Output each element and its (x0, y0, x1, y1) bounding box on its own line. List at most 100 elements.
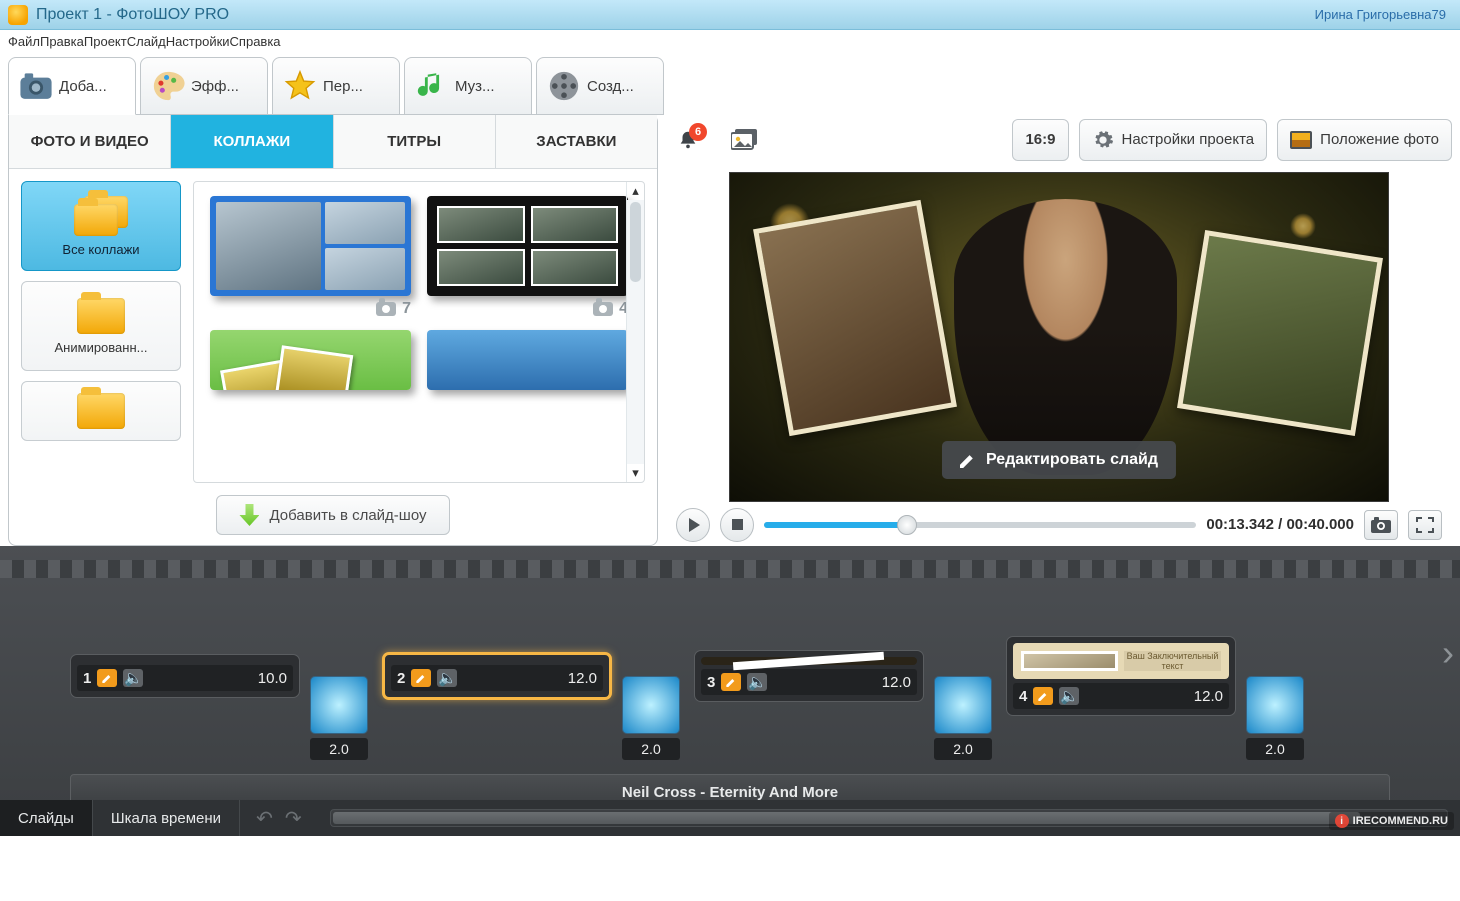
transition-thumb (934, 676, 992, 734)
menu-help[interactable]: Справка (230, 34, 281, 49)
preview-area: Редактировать слайд (666, 172, 1452, 502)
main-tab-music[interactable]: Муз... (404, 57, 532, 115)
time-total: 00:40.000 (1286, 516, 1354, 533)
collage-thumb-2[interactable]: 4 (427, 196, 628, 318)
folder-icon (77, 393, 125, 429)
slide-duration: 12.0 (568, 670, 597, 687)
camera-count-icon (593, 302, 613, 316)
slide-sound-button[interactable]: 🔈 (123, 669, 143, 687)
right-panel: 6 16:9 Настройки проекта Положение фото (666, 114, 1452, 546)
main-tab-effects-label: Эфф... (191, 78, 239, 95)
menu-edit[interactable]: Правка (40, 34, 84, 49)
scroll-up-icon[interactable]: ▴ (627, 182, 644, 200)
timeline-scrollbar[interactable] (318, 800, 1460, 836)
notifications-button[interactable]: 6 (666, 119, 710, 161)
menu-settings[interactable]: Настройки (166, 34, 230, 49)
slide-bar: 1 🔈 10.0 (77, 665, 293, 691)
preview-subject (954, 199, 1178, 475)
scrollbar-thumb[interactable] (333, 812, 1360, 824)
star-icon (283, 69, 317, 103)
collage-thumb-3[interactable] (210, 330, 411, 390)
slide-number: 4 (1019, 688, 1027, 705)
timeline: 1 🔈 10.0 2.0 2 🔈 12.0 (0, 546, 1460, 836)
preview-toolbar: 6 16:9 Настройки проекта Положение фото (666, 114, 1452, 166)
photo-position-label: Положение фото (1320, 131, 1439, 148)
collage-thumb-4[interactable] (427, 330, 628, 390)
category-more[interactable] (21, 381, 181, 441)
stop-button[interactable] (720, 508, 754, 542)
project-settings-label: Настройки проекта (1122, 131, 1255, 148)
category-animated[interactable]: Анимированн... (21, 281, 181, 371)
collage-meta: 7 (210, 300, 411, 318)
slide-4[interactable]: Ваш Заключительный текст 4 🔈 12.0 (1006, 636, 1236, 716)
category-all-label: Все коллажи (62, 242, 139, 257)
sub-tab-photovideo[interactable]: ФОТО И ВИДЕО (9, 115, 171, 169)
seek-slider[interactable] (764, 522, 1196, 528)
transition-duration: 2.0 (310, 738, 368, 760)
project-settings-button[interactable]: Настройки проекта (1079, 119, 1268, 161)
thumbnail-scrollbar[interactable]: ▴ ▾ (626, 182, 644, 482)
aspect-ratio-button[interactable]: 16:9 (1012, 119, 1068, 161)
time-current: 00:13.342 (1206, 516, 1274, 533)
slide-thumb (701, 657, 917, 665)
seek-knob[interactable] (897, 515, 917, 535)
view-tab-timeline[interactable]: Шкала времени (93, 800, 240, 836)
timeline-next-button[interactable]: › (1438, 623, 1458, 683)
main-tab-transitions-label: Пер... (323, 78, 363, 95)
transition-2[interactable]: 2.0 (622, 676, 680, 760)
redo-button[interactable]: ↷ (285, 806, 302, 831)
slide-1[interactable]: 1 🔈 10.0 (70, 654, 300, 698)
view-tab-slides[interactable]: Слайды (0, 800, 93, 836)
slide-2[interactable]: 2 🔈 12.0 (382, 652, 612, 700)
transition-3[interactable]: 2.0 (934, 676, 992, 760)
menubar: Файл Правка Проект Слайд Настройки Справ… (0, 30, 1460, 52)
transition-4[interactable]: 2.0 (1246, 676, 1304, 760)
menu-slide[interactable]: Слайд (127, 34, 166, 49)
scrollbar-thumb[interactable] (630, 202, 641, 282)
main-tab-transitions[interactable]: Пер... (272, 57, 400, 115)
slide-sound-button[interactable]: 🔈 (1059, 687, 1079, 705)
edit-slide-button[interactable]: Редактировать слайд (942, 441, 1176, 479)
transition-1[interactable]: 2.0 (310, 676, 368, 760)
scroll-down-icon[interactable]: ▾ (627, 464, 644, 482)
add-to-slideshow-label: Добавить в слайд-шоу (269, 507, 426, 524)
slide-sound-button[interactable]: 🔈 (747, 673, 767, 691)
sub-tab-collages[interactable]: КОЛЛАЖИ (171, 115, 333, 169)
main-tab-add[interactable]: Доба... (8, 57, 136, 115)
main-tab-effects[interactable]: Эфф... (140, 57, 268, 115)
slide-edit-button[interactable] (1033, 687, 1053, 705)
slide-edit-button[interactable] (411, 669, 431, 687)
main-tab-create[interactable]: Созд... (536, 57, 664, 115)
collage-thumb-1[interactable]: 7 (210, 196, 411, 318)
music-icon (415, 69, 449, 103)
transition-thumb (622, 676, 680, 734)
photo-position-button[interactable]: Положение фото (1277, 119, 1452, 161)
sub-tab-screensavers[interactable]: ЗАСТАВКИ (496, 115, 657, 169)
camera-icon (19, 69, 53, 103)
collage-meta: 4 (427, 300, 628, 318)
preview-canvas[interactable]: Редактировать слайд (729, 172, 1389, 502)
slide-bar: 3 🔈 12.0 (701, 669, 917, 695)
transport-bar: 00:13.342 / 00:40.000 (666, 508, 1452, 546)
slide-edit-button[interactable] (721, 673, 741, 691)
pencil-icon (726, 677, 736, 687)
slide-3[interactable]: 3 🔈 12.0 (694, 650, 924, 702)
transition-duration: 2.0 (622, 738, 680, 760)
aspect-ratio-label: 16:9 (1025, 131, 1055, 148)
undo-button[interactable]: ↶ (256, 806, 273, 831)
pencil-icon (960, 452, 976, 468)
sub-tab-titles[interactable]: ТИТРЫ (334, 115, 496, 169)
menu-file[interactable]: Файл (8, 34, 40, 49)
transition-thumb (310, 676, 368, 734)
category-all-collages[interactable]: Все коллажи (21, 181, 181, 271)
gallery-button[interactable] (720, 119, 768, 161)
play-button[interactable] (676, 508, 710, 542)
fullscreen-button[interactable] (1408, 510, 1442, 540)
window-title: Проект 1 - ФотоШОУ PRO (36, 6, 1315, 24)
menu-project[interactable]: Проект (84, 34, 127, 49)
slide-edit-button[interactable] (97, 669, 117, 687)
add-to-slideshow-button[interactable]: Добавить в слайд-шоу (216, 495, 449, 535)
transition-duration: 2.0 (1246, 738, 1304, 760)
snapshot-button[interactable] (1364, 510, 1398, 540)
slide-sound-button[interactable]: 🔈 (437, 669, 457, 687)
